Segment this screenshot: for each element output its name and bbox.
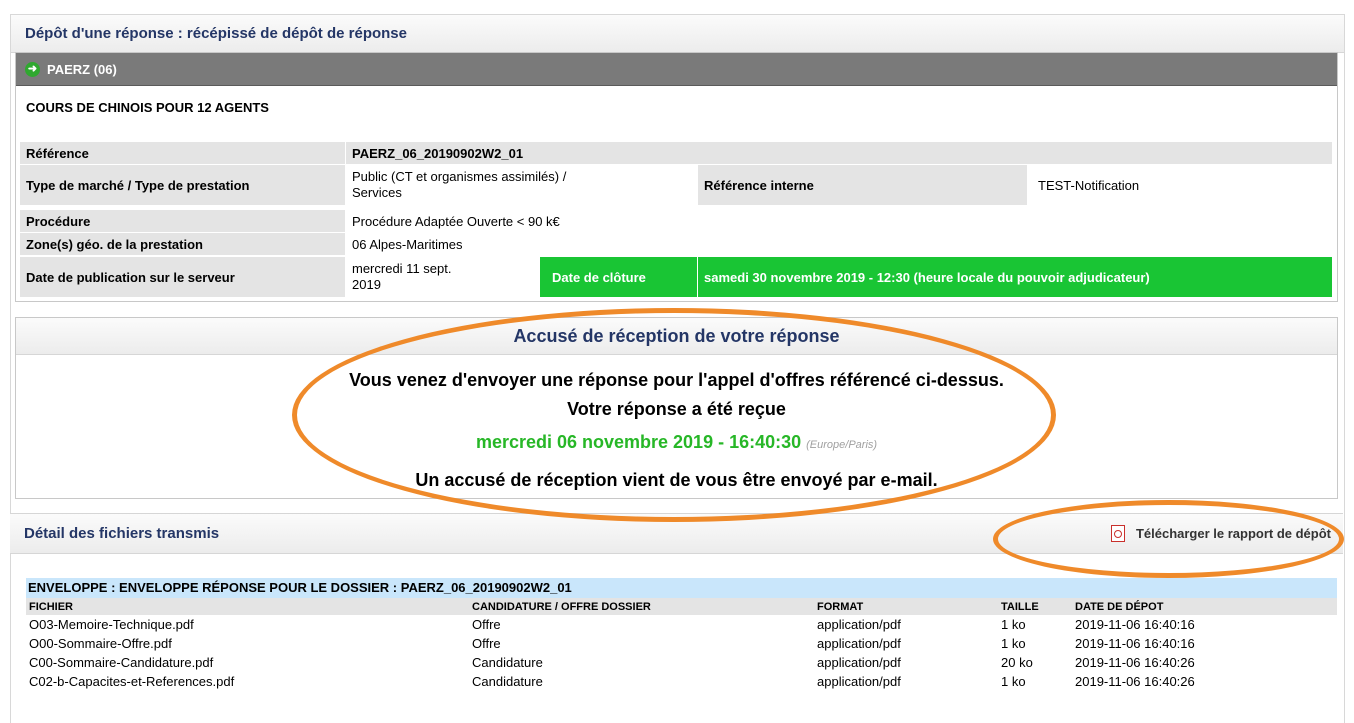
subject-row: COURS DE CHINOIS POUR 12 AGENTS [20,95,1333,119]
type-label: Type de marché / Type de prestation [20,165,346,205]
zone-label: Zone(s) géo. de la prestation [20,233,346,255]
table-row: O03-Memoire-Technique.pdf Offre applicat… [26,615,1337,634]
file-type: Candidature [472,655,543,670]
pub-date-line2: 2019 [352,277,381,292]
acknowledgment-sent-text: Vous venez d'envoyer une réponse pour l'… [349,370,1004,390]
reference-row: Référence PAERZ_06_20190902W2_01 [20,142,1333,164]
acknowledgment-date: mercredi 06 novembre 2019 - 16:40:30 [475,432,802,452]
file-name: O03-Memoire-Technique.pdf [29,617,194,632]
zone-row: Zone(s) géo. de la prestation 06 Alpes-M… [20,233,1333,255]
pub-date-line1: mercredi 11 sept. [352,261,452,276]
file-date: 2019-11-06 16:40:26 [1075,655,1195,670]
internal-ref-value: TEST-Notification [1028,165,1333,205]
column-header-file: FICHIER [29,600,73,613]
consultation-block: ➜ PAERZ (06) COURS DE CHINOIS POUR 12 AG… [15,52,1338,302]
files-table-header: FICHIER CANDIDATURE / OFFRE DOSSIER FORM… [26,598,1337,615]
consultation-header: ➜ PAERZ (06) [16,53,1337,86]
procedure-row: Procédure Procédure Adaptée Ouverte < 90… [20,210,1333,232]
closing-date-value: samedi 30 novembre 2019 - 12:30 (heure l… [698,257,1333,297]
type-value: Public (CT et organismes assimilés) / Se… [346,165,698,205]
file-name: C00-Sommaire-Candidature.pdf [29,655,214,670]
acknowledgment-date-line: mercredi 06 novembre 2019 - 16:40:30 (Eu… [16,432,1337,453]
file-date: 2019-11-06 16:40:16 [1075,636,1195,651]
file-type: Offre [472,636,501,651]
acknowledgment-timezone: (Europe/Paris) [806,439,878,451]
file-format: application/pdf [817,655,901,670]
pdf-icon [1110,525,1125,542]
table-row: C00-Sommaire-Candidature.pdf Candidature… [26,653,1337,672]
table-row: O00-Sommaire-Offre.pdf Offre application… [26,634,1337,653]
files-section-header: Détail des fichiers transmis Télécharger… [10,513,1343,554]
column-header-date: DATE DE DÉPOT [1075,600,1164,613]
type-value-line1: Public (CT et organismes assimilés) / [352,169,567,184]
type-row: Type de marché / Type de prestation Publ… [20,165,1333,205]
files-section-title: Détail des fichiers transmis [24,525,220,542]
closing-date-label: Date de clôture [540,257,698,297]
page-header: Dépôt d'une réponse : récépissé de dépôt… [11,15,1344,53]
procedure-value: Procédure Adaptée Ouverte < 90 k€ [346,210,1333,232]
zone-value: 06 Alpes-Maritimes [346,233,1333,255]
column-header-size: TAILLE [1001,600,1039,613]
acknowledgment-email-text: Un accusé de réception vient de vous êtr… [415,470,938,490]
file-format: application/pdf [817,617,901,632]
file-size: 1 ko [1001,617,1026,632]
column-header-type: CANDIDATURE / OFFRE DOSSIER [472,600,651,613]
acknowledgment-panel: Accusé de réception de votre réponse Vou… [15,317,1338,499]
pub-date-label: Date de publication sur le serveur [20,257,346,297]
download-report-label: Télécharger le rapport de dépôt [1135,526,1331,541]
file-size: 1 ko [1001,636,1026,651]
type-value-line2: Services [352,185,402,200]
acknowledgment-received-text: Votre réponse a été reçue [567,399,786,419]
file-type: Candidature [472,674,543,689]
table-row: C02-b-Capacites-et-References.pdf Candid… [26,672,1337,691]
reference-label: Référence [20,142,346,164]
download-report-link[interactable]: Télécharger le rapport de dépôt [1110,525,1331,542]
consultation-code: PAERZ (06) [47,61,117,77]
acknowledgment-title: Accusé de réception de votre réponse [16,318,1337,355]
envelope-title: ENVELOPPE : ENVELOPPE RÉPONSE POUR LE DO… [26,578,1337,598]
internal-ref-label: Référence interne [698,165,1028,205]
pub-date-value: mercredi 11 sept. 2019 [346,257,540,297]
page-title: Dépôt d'une réponse : récépissé de dépôt… [25,25,407,42]
column-header-format: FORMAT [817,600,864,613]
file-name: O00-Sommaire-Offre.pdf [29,636,172,651]
reference-value: PAERZ_06_20190902W2_01 [346,142,1333,164]
procedure-label: Procédure [20,210,346,232]
file-format: application/pdf [817,636,901,651]
files-table: FICHIER CANDIDATURE / OFFRE DOSSIER FORM… [26,598,1337,691]
consultation-subject: COURS DE CHINOIS POUR 12 AGENTS [20,95,1333,119]
dates-row: Date de publication sur le serveur mercr… [20,257,1333,297]
arrow-right-icon: ➜ [25,61,40,77]
file-size: 20 ko [1001,655,1033,670]
file-size: 1 ko [1001,674,1026,689]
file-date: 2019-11-06 16:40:16 [1075,617,1195,632]
file-name: C02-b-Capacites-et-References.pdf [29,674,235,689]
file-type: Offre [472,617,501,632]
file-format: application/pdf [817,674,901,689]
file-date: 2019-11-06 16:40:26 [1075,674,1195,689]
